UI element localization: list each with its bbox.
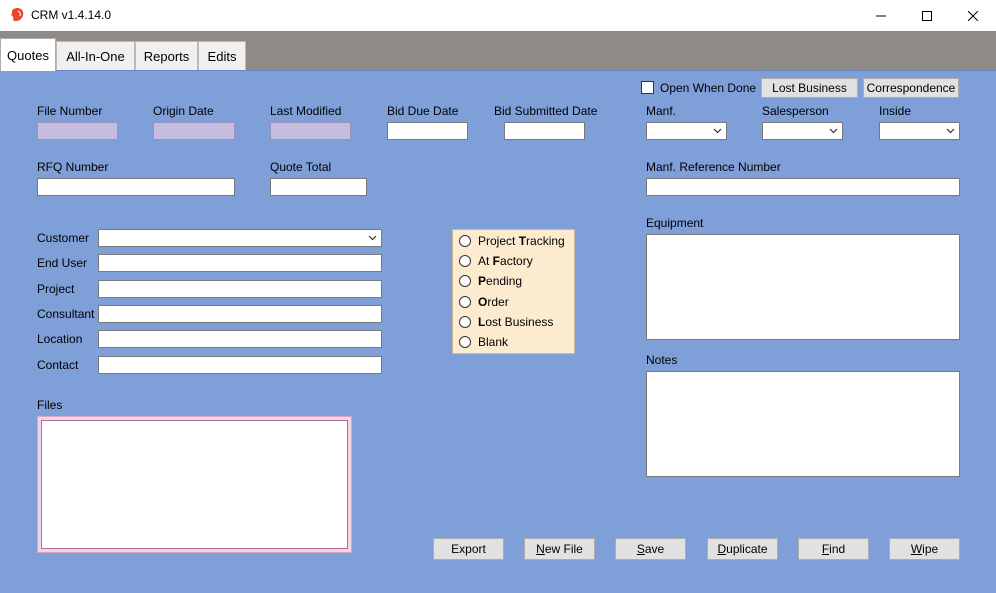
chevron-down-icon	[713, 128, 722, 134]
chevron-down-icon	[946, 128, 955, 134]
end-user-field[interactable]	[98, 254, 382, 272]
close-button[interactable]	[950, 0, 996, 31]
salesperson-dropdown[interactable]	[762, 122, 843, 140]
bid-submitted-date-label: Bid Submitted Date	[494, 104, 598, 118]
consultant-label: Consultant	[37, 307, 95, 321]
notes-label: Notes	[646, 353, 678, 367]
origin-date-field	[153, 122, 235, 140]
last-modified-label: Last Modified	[270, 104, 342, 118]
project-label: Project	[37, 282, 75, 296]
wipe-button[interactable]: Wipe	[889, 538, 960, 560]
rfq-number-field[interactable]	[37, 178, 235, 196]
contact-field[interactable]	[98, 356, 382, 374]
radio-button[interactable]	[459, 235, 471, 247]
status-option-order[interactable]: Order	[459, 294, 509, 310]
quote-total-label: Quote Total	[270, 160, 332, 174]
inside-label: Inside	[879, 104, 912, 118]
minimize-icon	[876, 15, 886, 16]
radio-button[interactable]	[459, 336, 471, 348]
radio-button[interactable]	[459, 255, 471, 267]
inside-dropdown[interactable]	[879, 122, 960, 140]
file-number-field	[37, 122, 118, 140]
file-number-label: File Number	[37, 104, 103, 118]
manf-reference-number-label: Manf. Reference Number	[646, 160, 781, 174]
tab-edits[interactable]: Edits	[198, 41, 246, 70]
save-button[interactable]: Save	[615, 538, 686, 560]
maximize-icon	[922, 10, 932, 21]
consultant-field[interactable]	[98, 305, 382, 323]
app-logo-icon	[11, 7, 24, 22]
status-option-pending[interactable]: Pending	[459, 273, 522, 289]
files-drop-frame	[37, 416, 352, 553]
minimize-button[interactable]	[858, 0, 904, 31]
find-button[interactable]: Find	[798, 538, 869, 560]
status-option-at-factory[interactable]: At Factory	[459, 253, 533, 269]
maximize-button[interactable]	[904, 0, 950, 31]
customer-label: Customer	[37, 231, 90, 245]
equipment-label: Equipment	[646, 216, 704, 230]
tab-strip: Quotes All-In-One Reports Edits	[0, 31, 996, 71]
rfq-number-label: RFQ Number	[37, 160, 109, 174]
lost-business-button[interactable]: Lost Business	[761, 78, 858, 98]
location-field[interactable]	[98, 330, 382, 348]
origin-date-label: Origin Date	[153, 104, 214, 118]
end-user-label: End User	[37, 256, 88, 270]
files-list[interactable]	[41, 420, 348, 549]
manf-label: Manf.	[646, 104, 677, 118]
bid-submitted-date-field[interactable]	[504, 122, 585, 140]
chevron-down-icon	[368, 235, 377, 241]
status-option-lost-business[interactable]: Lost Business	[459, 314, 553, 330]
radio-button[interactable]	[459, 296, 471, 308]
contact-label: Contact	[37, 358, 79, 372]
radio-button[interactable]	[459, 316, 471, 328]
export-button[interactable]: Export	[433, 538, 504, 560]
tab-reports[interactable]: Reports	[135, 41, 198, 70]
customer-dropdown[interactable]	[98, 229, 382, 247]
status-option-project-tracking[interactable]: Project Tracking	[459, 233, 565, 249]
duplicate-button[interactable]: Duplicate	[707, 538, 778, 560]
manf-dropdown[interactable]	[646, 122, 727, 140]
tab-all-in-one[interactable]: All-In-One	[56, 41, 135, 70]
correspondence-button[interactable]: Correspondence	[863, 78, 959, 98]
close-icon	[968, 10, 978, 21]
project-field[interactable]	[98, 280, 382, 298]
chevron-down-icon	[829, 128, 838, 134]
equipment-textarea[interactable]	[646, 234, 960, 340]
radio-button[interactable]	[459, 275, 471, 287]
bid-due-date-field[interactable]	[387, 122, 468, 140]
window-title: CRM v1.4.14.0	[31, 8, 112, 22]
notes-textarea[interactable]	[646, 371, 960, 477]
title-bar: CRM v1.4.14.0	[0, 0, 996, 31]
new-file-button[interactable]: New File	[524, 538, 595, 560]
open-when-done-checkbox[interactable]	[641, 81, 654, 94]
tab-quotes[interactable]: Quotes	[0, 38, 56, 71]
salesperson-label: Salesperson	[762, 104, 829, 118]
status-radio-group: Project Tracking At Factory Pending Orde…	[452, 229, 575, 354]
quote-total-field[interactable]	[270, 178, 367, 196]
last-modified-field	[270, 122, 351, 140]
location-label: Location	[37, 332, 83, 346]
bid-due-date-label: Bid Due Date	[387, 104, 459, 118]
files-label: Files	[37, 398, 63, 412]
manf-reference-number-field[interactable]	[646, 178, 960, 196]
open-when-done-label: Open When Done	[660, 81, 757, 95]
status-option-blank[interactable]: Blank	[459, 334, 508, 350]
